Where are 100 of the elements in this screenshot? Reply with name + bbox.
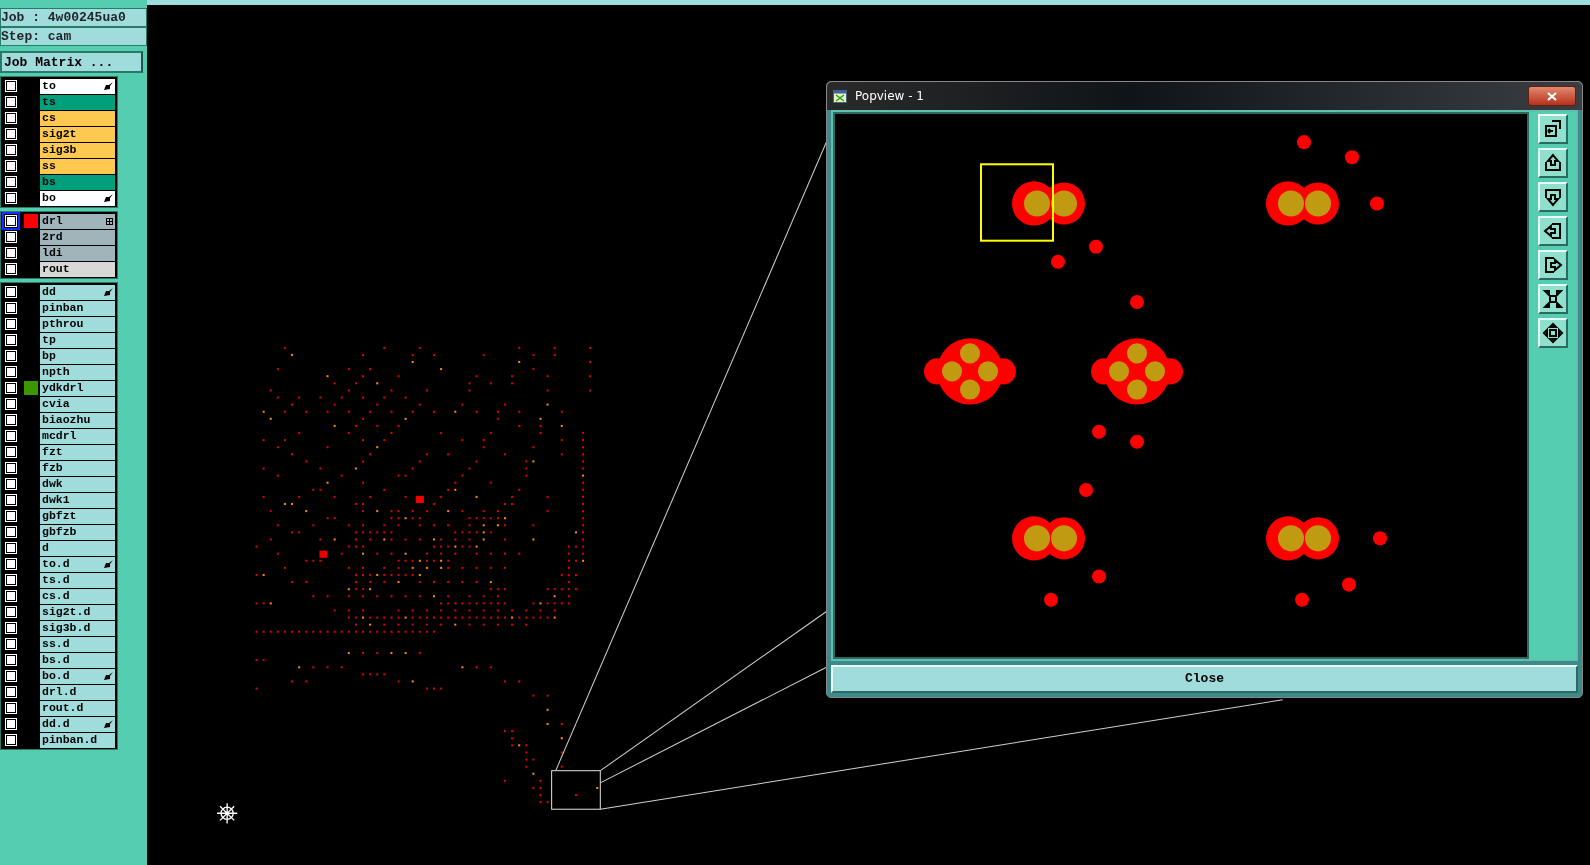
layer-name[interactable]: ts.d (40, 572, 115, 588)
layer-name[interactable]: dwk1 (40, 492, 115, 508)
outward-arrows-icon (1541, 322, 1564, 344)
layer-checkbox[interactable] (5, 702, 17, 714)
pan-left-button[interactable] (1537, 216, 1568, 246)
layer-checkbox[interactable] (5, 430, 17, 442)
close-icon (1547, 92, 1557, 101)
layer-name[interactable]: cs (40, 110, 115, 126)
layer-checkbox[interactable] (5, 606, 17, 618)
layer-checkbox[interactable] (5, 144, 17, 156)
layer-name[interactable]: pinban.d (40, 732, 115, 748)
layer-checkbox[interactable] (5, 382, 17, 394)
layer-name[interactable]: pthrou (40, 316, 115, 332)
layer-checkbox[interactable] (5, 718, 17, 730)
step-label: Step: cam (0, 27, 147, 46)
layer-name[interactable]: rout (40, 261, 115, 277)
layer-checkbox[interactable] (5, 263, 17, 275)
layer-name[interactable]: dd.d (40, 716, 115, 732)
layer-name[interactable]: bo.d (40, 668, 115, 684)
layer-checkbox[interactable] (5, 366, 17, 378)
layer-checkbox[interactable] (5, 318, 17, 330)
layer-checkbox[interactable] (5, 638, 17, 650)
layer-checkbox[interactable] (5, 574, 17, 586)
layer-name[interactable]: to (40, 78, 115, 94)
layer-name[interactable]: sig3b (40, 142, 115, 158)
layer-checkbox[interactable] (5, 558, 17, 570)
left-arrow-icon (1541, 220, 1564, 242)
layer-name[interactable]: biaozhu (40, 412, 115, 428)
layer-name[interactable]: ldi (40, 245, 115, 261)
inward-arrows-icon (1541, 288, 1564, 310)
pan-down-button[interactable] (1537, 182, 1568, 212)
layer-checkbox[interactable] (5, 542, 17, 554)
layer-name[interactable]: rout.d (40, 700, 115, 716)
layer-checkbox[interactable] (5, 334, 17, 346)
job-matrix-button[interactable]: Job Matrix ... (0, 51, 143, 73)
layer-checkbox[interactable] (5, 350, 17, 362)
layer-name[interactable]: cs.d (40, 588, 115, 604)
layer-name[interactable]: gbfzt (40, 508, 115, 524)
layer-checkbox[interactable] (5, 654, 17, 666)
layer-checkbox[interactable] (5, 128, 17, 140)
layer-name[interactable]: sig2t (40, 126, 115, 142)
layer-checkbox[interactable] (5, 247, 17, 259)
layer-checkbox[interactable] (5, 176, 17, 188)
layer-name[interactable]: npth (40, 364, 115, 380)
layer-checkbox[interactable] (5, 414, 17, 426)
window-title: Popview - 1 (855, 88, 924, 105)
layer-name[interactable]: gbfzb (40, 524, 115, 540)
job-label: Job : 4w00245ua0 (0, 8, 147, 27)
layer-name[interactable]: bo (40, 190, 115, 206)
zoom-in-button[interactable] (1537, 318, 1568, 348)
layer-name[interactable]: d (40, 540, 115, 556)
layer-checkbox[interactable] (5, 112, 17, 124)
layer-checkbox[interactable] (5, 462, 17, 474)
layer-name[interactable]: bs.d (40, 652, 115, 668)
layer-checkbox[interactable] (5, 734, 17, 746)
layer-checkbox[interactable] (5, 192, 17, 204)
layer-name[interactable]: tp (40, 332, 115, 348)
layer-checkbox[interactable] (5, 446, 17, 458)
close-popview-button[interactable]: Close (831, 665, 1578, 693)
layer-name[interactable]: drl.d (40, 684, 115, 700)
layer-checkbox[interactable] (5, 286, 17, 298)
layer-checkbox[interactable] (5, 160, 17, 172)
layer-name[interactable]: fzb (40, 460, 115, 476)
layer-checkbox[interactable] (5, 80, 17, 92)
layer-name[interactable]: ss.d (40, 636, 115, 652)
layer-name[interactable]: fzt (40, 444, 115, 460)
layer-checkbox[interactable] (5, 622, 17, 634)
layer-name[interactable]: mcdrl (40, 428, 115, 444)
layer-checkbox[interactable] (5, 478, 17, 490)
layer-name[interactable]: dwk (40, 476, 115, 492)
layer-checkbox[interactable] (5, 686, 17, 698)
layer-name[interactable]: ydkdrl (40, 380, 115, 396)
layer-checkbox[interactable] (5, 302, 17, 314)
layer-checkbox[interactable] (5, 670, 17, 682)
layer-name[interactable]: ss (40, 158, 115, 174)
new-window-button[interactable] (1537, 114, 1568, 144)
layer-name[interactable]: ts (40, 94, 115, 110)
layer-checkbox[interactable] (5, 510, 17, 522)
layer-name[interactable]: cvia (40, 396, 115, 412)
origin-icon (216, 802, 238, 825)
layer-checkbox[interactable] (5, 96, 17, 108)
layer-checkbox[interactable] (5, 494, 17, 506)
layer-name[interactable]: 2rd (40, 229, 115, 245)
layer-name[interactable]: bs (40, 174, 115, 190)
layer-checkbox[interactable] (5, 526, 17, 538)
layer-checkbox[interactable] (5, 398, 17, 410)
layer-name[interactable]: to.d (40, 556, 115, 572)
layer-name[interactable]: pinban (40, 300, 115, 316)
layer-checkbox[interactable] (5, 231, 17, 243)
pan-up-button[interactable] (1537, 148, 1568, 178)
layer-name[interactable]: sig2t.d (40, 604, 115, 620)
zoom-frame (551, 770, 601, 810)
pan-right-button[interactable] (1537, 250, 1568, 280)
layer-name[interactable]: dd (40, 284, 115, 300)
zoom-out-button[interactable] (1537, 284, 1568, 314)
layer-checkbox[interactable] (5, 590, 17, 602)
layer-name[interactable]: sig3b.d (40, 620, 115, 636)
close-button[interactable] (1528, 86, 1576, 106)
layer-name[interactable]: drl (40, 213, 115, 229)
layer-name[interactable]: bp (40, 348, 115, 364)
